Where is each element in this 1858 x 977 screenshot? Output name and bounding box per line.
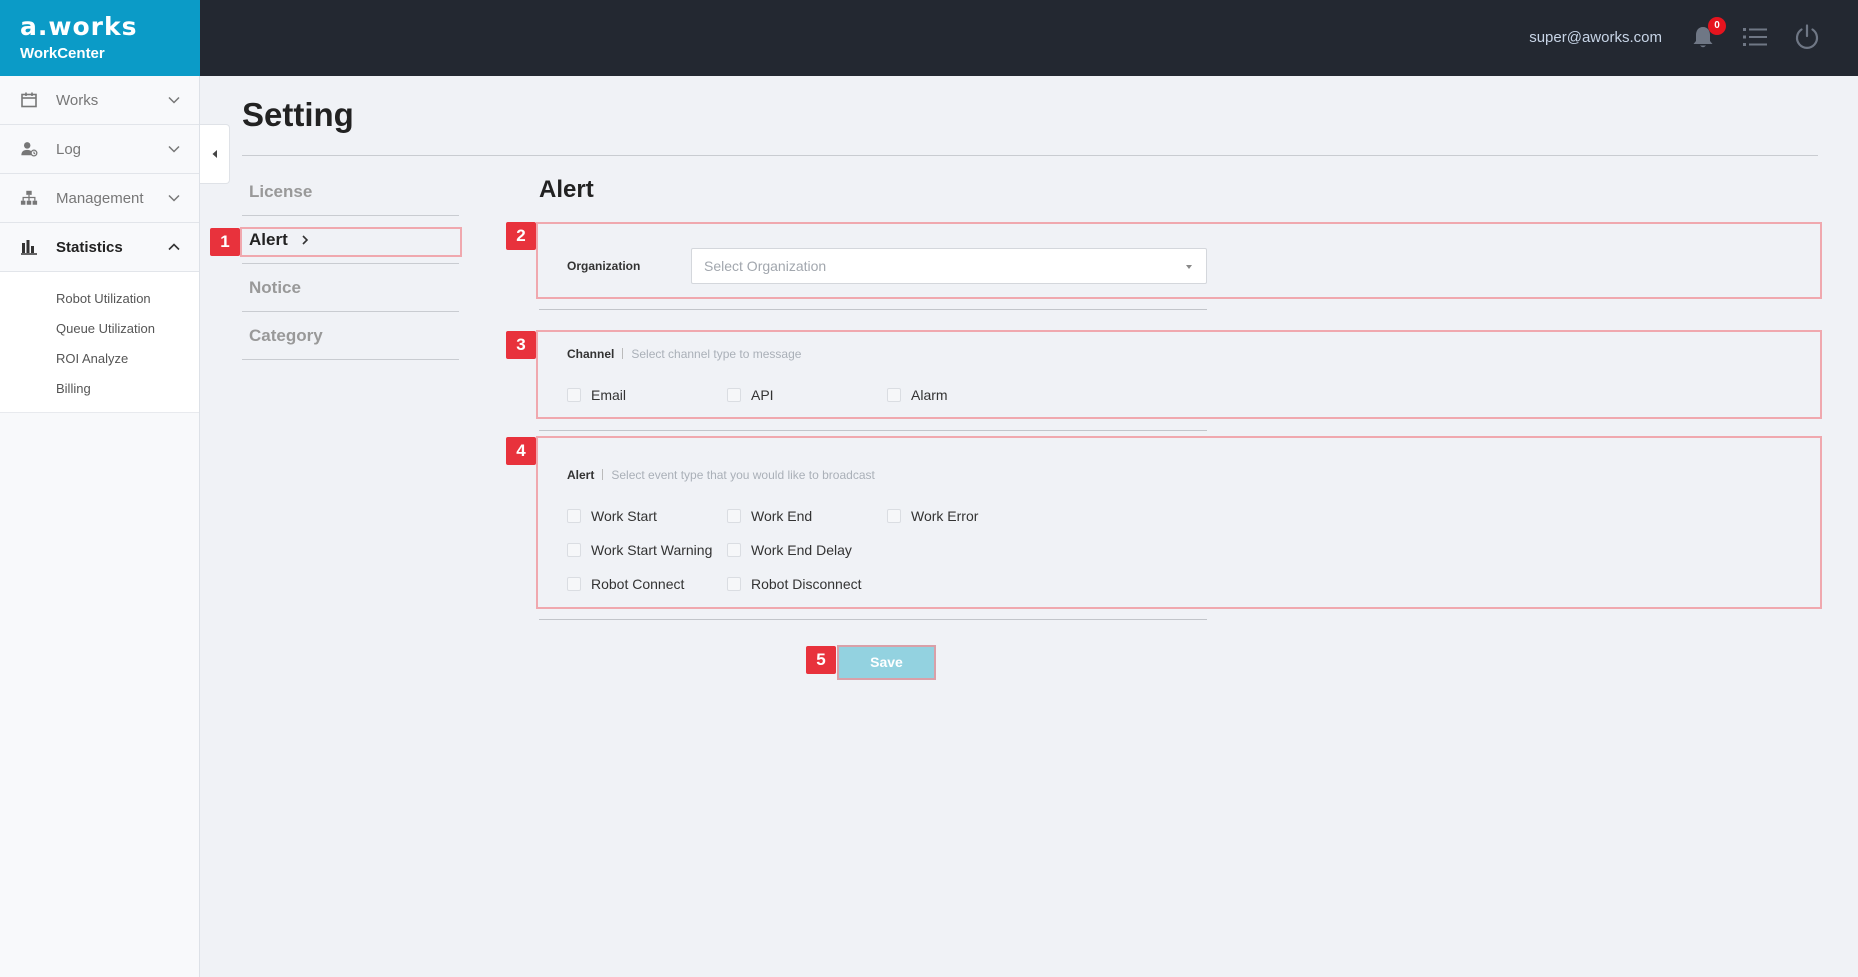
checkbox-box[interactable] [567,509,581,523]
checkbox-box[interactable] [727,543,741,557]
alert-title: Alert [567,468,595,482]
caret-left-icon [212,150,217,158]
alert-checkbox-robot-disconnect[interactable]: Robot Disconnect [727,576,862,592]
org-chart-icon [20,189,38,207]
sidebar-item-statistics[interactable]: Statistics [0,223,199,272]
statistics-submenu: Robot Utilization Queue Utilization ROI … [0,272,199,413]
submenu-item-roi-analyze[interactable]: ROI Analyze [0,344,199,374]
checkbox-box[interactable] [567,577,581,591]
checkbox-label: Robot Disconnect [751,576,862,592]
notification-button[interactable]: 0 [1688,17,1726,52]
channel-checkbox-email[interactable]: Email [567,387,626,403]
sidebar-item-label: Statistics [56,238,123,256]
form-divider [539,619,1207,620]
title-divider [242,155,1818,156]
power-icon [1795,24,1819,49]
setting-nav-label: Category [249,325,323,345]
checkbox-box[interactable] [887,509,901,523]
checkbox-label: Work Start Warning [591,542,713,558]
annotation-badge-4: 4 [506,437,536,465]
sidebar-item-label: Management [56,189,144,207]
checkbox-label: Work Start [591,508,657,524]
form-divider [539,430,1207,431]
alert-header: Alert Select event type that you would li… [567,468,875,482]
list-menu-icon [1743,28,1767,46]
alert-description: Select event type that you would like to… [611,468,875,482]
form-divider [539,309,1207,310]
logout-button[interactable] [1792,22,1822,52]
organization-placeholder: Select Organization [704,258,827,274]
calendar-icon [20,91,38,109]
alert-checkbox-work-error[interactable]: Work Error [887,508,978,524]
brand-block[interactable]: a.works WorkCenter [0,0,200,76]
header-separator [622,348,624,359]
section-title: Alert [539,176,594,203]
alert-checkbox-work-start-warning[interactable]: Work Start Warning [567,542,712,558]
chevron-down-icon [168,145,180,153]
menu-button[interactable] [1740,22,1770,52]
alert-checkbox-robot-connect[interactable]: Robot Connect [567,576,684,592]
checkbox-label: API [751,387,774,403]
checkbox-box[interactable] [887,388,901,402]
setting-nav-label: Notice [249,277,301,297]
checkbox-label: Work End Delay [751,542,852,558]
sidebar-item-label: Works [56,91,99,109]
channel-title: Channel [567,347,615,361]
annotation-badge-3: 3 [506,331,536,359]
header-separator [602,469,604,480]
annotation-badge-5: 5 [806,646,836,674]
channel-checkbox-alarm[interactable]: Alarm [887,387,948,403]
user-log-icon [20,140,38,158]
submenu-item-robot-utilization[interactable]: Robot Utilization [0,284,199,314]
annotation-badge-1: 1 [210,228,240,256]
user-email[interactable]: super@aworks.com [1529,29,1662,46]
annotation-outline-1 [240,227,462,257]
setting-nav-license[interactable]: License [242,168,459,216]
submenu-item-queue-utilization[interactable]: Queue Utilization [0,314,199,344]
checkbox-box[interactable] [727,388,741,402]
save-button[interactable]: Save [837,645,936,680]
top-bar: super@aworks.com 0 [200,0,1858,76]
checkbox-label: Email [591,387,627,403]
checkbox-box[interactable] [567,388,581,402]
sidebar-item-label: Log [56,140,82,158]
setting-nav-category[interactable]: Category [242,312,459,360]
channel-description: Select channel type to message [631,347,802,361]
caret-down-icon [1186,265,1192,269]
chevron-down-icon [168,96,180,104]
organization-label: Organization [567,259,641,273]
brand-subtitle: WorkCenter [20,45,105,62]
sidebar-item-log[interactable]: Log [0,125,199,174]
annotation-outline-3 [536,330,1822,419]
page-title: Setting [242,96,354,133]
notification-badge: 0 [1708,17,1726,35]
bar-chart-icon [20,238,38,256]
annotation-badge-2: 2 [506,222,536,250]
setting-nav-notice[interactable]: Notice [242,264,459,312]
checkbox-box[interactable] [727,577,741,591]
checkbox-label: Alarm [911,387,948,403]
channel-checkbox-api[interactable]: API [727,387,774,403]
alert-checkbox-work-start[interactable]: Work Start [567,508,657,524]
checkbox-label: Robot Connect [591,576,685,592]
channel-header: Channel Select channel type to message [567,347,801,361]
organization-select[interactable]: Select Organization [691,248,1207,284]
sidebar: Works Log Management Statistics Robot Ut… [0,76,200,977]
checkbox-box[interactable] [567,543,581,557]
submenu-item-billing[interactable]: Billing [0,374,199,404]
sidebar-collapse-toggle[interactable] [200,124,230,184]
sidebar-item-management[interactable]: Management [0,174,199,223]
alert-checkbox-work-end-delay[interactable]: Work End Delay [727,542,852,558]
checkbox-label: Work End [751,508,813,524]
chevron-up-icon [168,243,180,251]
setting-nav-label: License [249,181,313,201]
checkbox-label: Work Error [911,508,979,524]
chevron-down-icon [168,194,180,202]
sidebar-item-works[interactable]: Works [0,76,199,125]
alert-checkbox-work-end[interactable]: Work End [727,508,812,524]
checkbox-box[interactable] [727,509,741,523]
brand-logo: a.works [20,12,138,41]
setting-nav: License Alert Notice Category [242,168,459,360]
